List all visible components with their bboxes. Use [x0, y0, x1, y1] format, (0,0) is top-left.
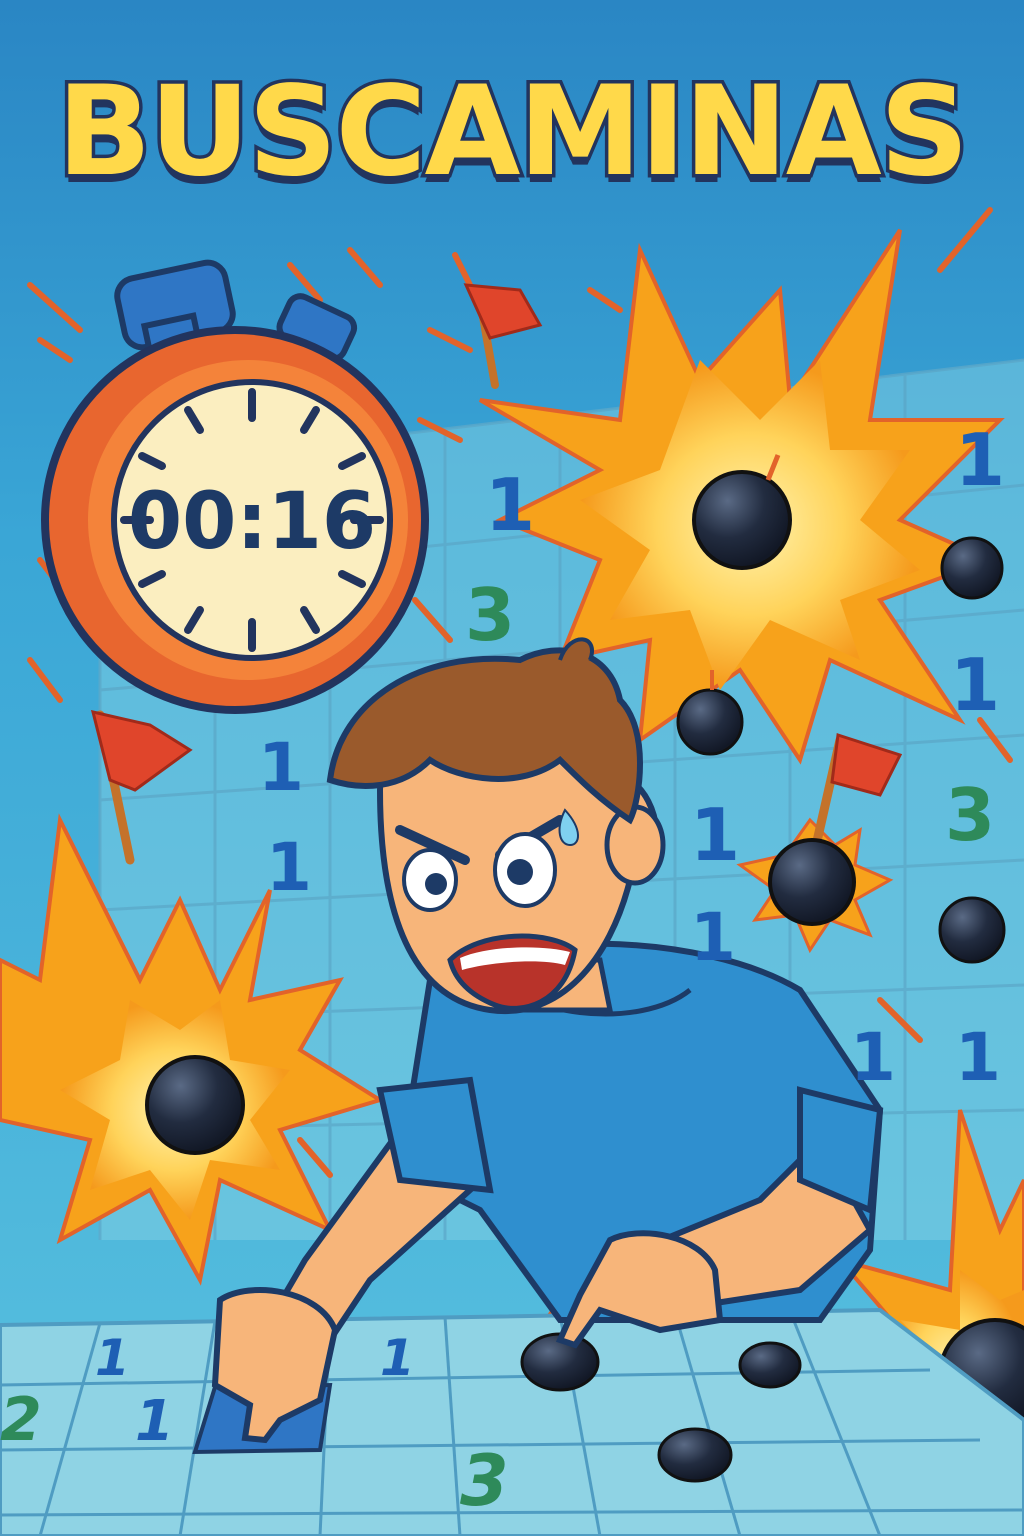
stopwatch-icon: [41, 259, 429, 714]
flag-icon: [463, 283, 543, 389]
mine-icon: [657, 1427, 733, 1483]
mine-icon: [738, 1341, 802, 1389]
mine-icon: [940, 536, 1004, 600]
mine-icon: [768, 838, 856, 926]
scene-art: [0, 207, 1024, 1536]
mine-icon: [938, 896, 1006, 964]
game-title: BUSCAMINAS: [53, 57, 972, 208]
minesweeper-board: [0, 1307, 1024, 1536]
mine-icon: [145, 1055, 245, 1155]
game-scene: BUSCAMINAS 00:16 1 3 1 1 1 1 1 3 1 1 1 1…: [0, 0, 1024, 1536]
